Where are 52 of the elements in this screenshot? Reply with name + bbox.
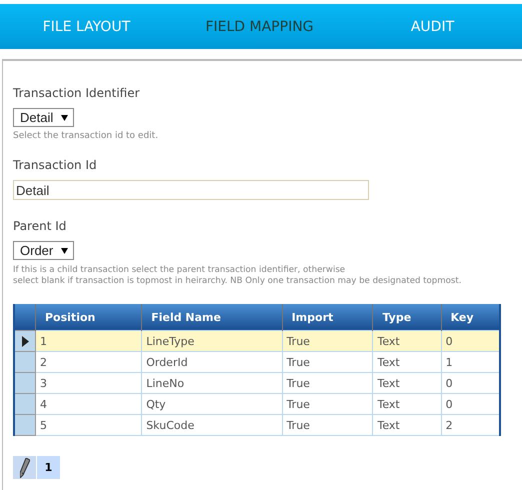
table-cell: Text xyxy=(372,330,442,352)
column-header[interactable]: Import xyxy=(282,304,373,330)
hint-text: If this is a child transaction select the parent transaction identifier, otherwise select blank if transaction is topmost in heirarchy. NB Only one transaction may be designated topmost. xyxy=(13,265,462,287)
table-row[interactable]: 3 LineNo True Text 0 xyxy=(14,372,500,394)
table-row[interactable]: 4 Qty True Text 0 xyxy=(14,394,500,414)
parent-id-dropdown[interactable]: Order xyxy=(13,241,74,260)
header-cell xyxy=(14,304,36,330)
table-cell: Text xyxy=(372,394,442,414)
row-selector[interactable] xyxy=(14,352,36,372)
table-row[interactable]: 1 LineType True Text 0 xyxy=(14,330,500,352)
column-header[interactable]: Position xyxy=(36,304,142,330)
table-cell: LineNo xyxy=(142,372,282,394)
table-cell: OrderId xyxy=(142,352,282,372)
field-label: Transaction Id xyxy=(13,158,98,172)
table-row[interactable]: 2 OrderId True Text 1 xyxy=(14,352,500,372)
row-selector[interactable] xyxy=(14,330,36,352)
table-cell: True xyxy=(282,330,373,352)
edit-button[interactable] xyxy=(13,456,36,479)
field-label: Transaction Identifier xyxy=(13,86,141,100)
hint-text: Select the transaction id to edit. xyxy=(13,131,160,141)
row-selector[interactable] xyxy=(14,414,36,436)
transaction-id-field[interactable]: Detail xyxy=(13,180,369,200)
table-cell: Text xyxy=(372,352,442,372)
table-cell: True xyxy=(282,372,373,394)
nav-tab[interactable]: FIELD MAPPING xyxy=(173,18,346,34)
pencil-icon xyxy=(20,458,30,478)
table-cell: 0 xyxy=(441,330,500,352)
table-cell: True xyxy=(282,414,373,436)
page-button[interactable]: 1 xyxy=(37,456,60,479)
table-cell: Text xyxy=(372,372,442,394)
table-cell: Text xyxy=(372,414,442,436)
table-cell: 4 xyxy=(36,394,142,414)
table-cell: 1 xyxy=(36,330,142,352)
table-cell: 3 xyxy=(36,372,142,394)
column-header[interactable]: Type xyxy=(372,304,442,330)
table-cell: Qty xyxy=(142,394,282,414)
row-pointer-icon xyxy=(22,336,28,346)
row-selector[interactable] xyxy=(14,394,36,414)
table-cell: SkuCode xyxy=(142,414,282,436)
table-cell: True xyxy=(282,394,373,414)
caret-icon xyxy=(61,115,68,121)
row-selector[interactable] xyxy=(14,372,36,394)
caret-icon xyxy=(61,248,68,254)
table-row[interactable]: 5 SkuCode True Text 2 xyxy=(14,414,500,436)
field-label: Parent Id xyxy=(13,219,68,233)
table-cell: 5 xyxy=(36,414,142,436)
column-header[interactable]: Key xyxy=(441,304,500,330)
column-header[interactable]: Field Name xyxy=(142,304,282,330)
table-cell: LineType xyxy=(142,330,282,352)
table-cell: True xyxy=(282,352,373,372)
transaction-identifier-dropdown[interactable]: Detail xyxy=(13,108,74,127)
table-cell: 2 xyxy=(36,352,142,372)
